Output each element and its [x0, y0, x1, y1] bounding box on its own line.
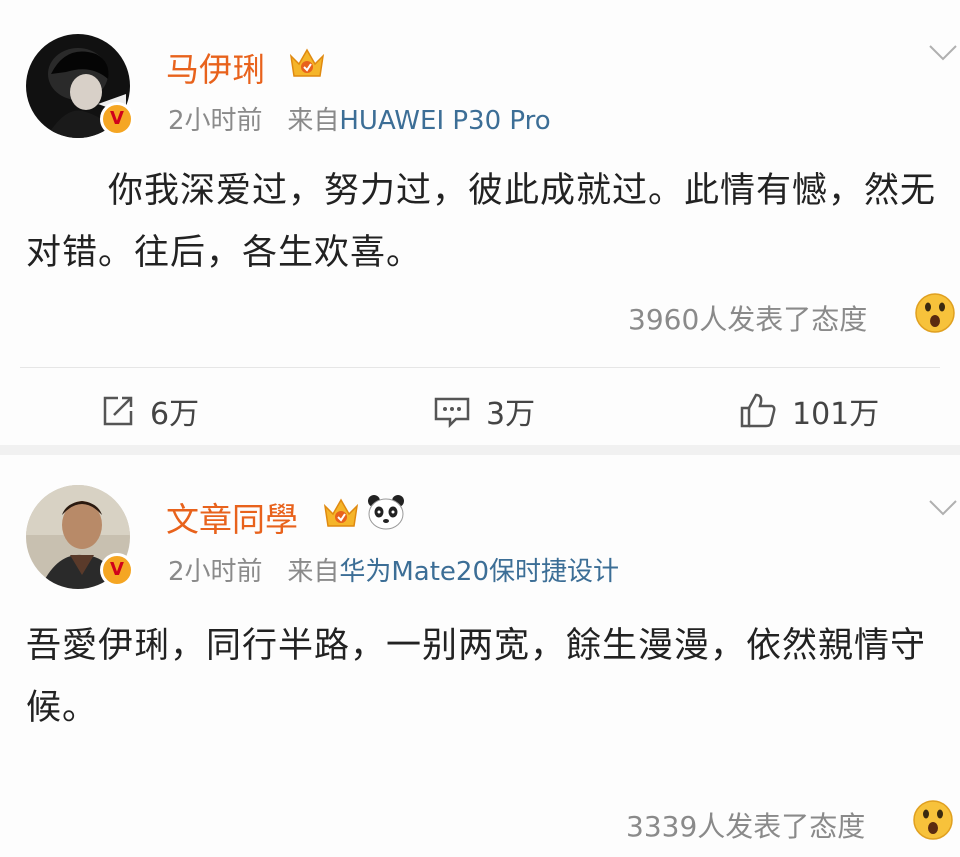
- reactions-count[interactable]: 3339人发表了态度: [626, 805, 865, 845]
- repost-count: 6万: [150, 397, 200, 432]
- verified-badge-icon: V: [100, 102, 134, 136]
- post-meta: 2小时前 来自HUAWEI P30 Pro: [168, 100, 551, 137]
- divider: [20, 367, 940, 368]
- username[interactable]: 马伊琍: [166, 43, 265, 91]
- reactions-count[interactable]: 3960人发表了态度: [628, 298, 867, 338]
- username[interactable]: 文章同學: [166, 493, 298, 541]
- source-device[interactable]: HUAWEI P30 Pro: [339, 106, 550, 136]
- like-count: 101万: [792, 397, 880, 432]
- post-time: 2小时前: [168, 106, 263, 136]
- post-meta: 2小时前 来自华为Mate20保时捷设计: [168, 551, 619, 588]
- weibo-post-1: V 马伊琍 2小时前 来自HUAWEI P30 Pro 你我深爱过，努力过，彼此…: [0, 0, 960, 445]
- post-content: 你我深爱过，努力过，彼此成就过。此情有憾，然无对错。往后，各生欢喜。: [26, 171, 937, 273]
- comment-button[interactable]: 3万: [432, 389, 535, 433]
- verified-badge-icon: V: [100, 553, 134, 587]
- comment-count: 3万: [486, 397, 536, 432]
- source-prefix: 来自: [287, 557, 340, 587]
- surprised-emoji-icon[interactable]: [912, 799, 954, 841]
- weibo-post-2: V 文章同學 2小时前 来自华为Mate20保时捷设计 吾愛伊琍，同行半路，一别…: [0, 455, 960, 857]
- chevron-down-icon[interactable]: [928, 499, 958, 517]
- repost-icon: [103, 396, 133, 426]
- comment-icon: [434, 397, 470, 429]
- post-separator: [0, 445, 960, 455]
- source-device[interactable]: 华为Mate20保时捷设计: [339, 557, 619, 587]
- post-time: 2小时前: [168, 557, 263, 587]
- chevron-down-icon[interactable]: [928, 44, 958, 62]
- thumbs-up-icon: [740, 393, 776, 428]
- crown-badge-icon[interactable]: [322, 496, 360, 530]
- panda-icon: [368, 495, 404, 530]
- crown-badge-icon[interactable]: [288, 46, 326, 80]
- surprised-emoji-icon[interactable]: [914, 292, 956, 334]
- post-content: 吾愛伊琍，同行半路，一别两宽，餘生漫漫，依然親情守候。: [26, 626, 927, 728]
- avatar[interactable]: V: [26, 34, 134, 138]
- avatar[interactable]: V: [26, 485, 134, 589]
- repost-button[interactable]: 6万: [100, 389, 199, 433]
- source-prefix: 来自: [287, 106, 340, 136]
- like-button[interactable]: 101万: [738, 389, 879, 433]
